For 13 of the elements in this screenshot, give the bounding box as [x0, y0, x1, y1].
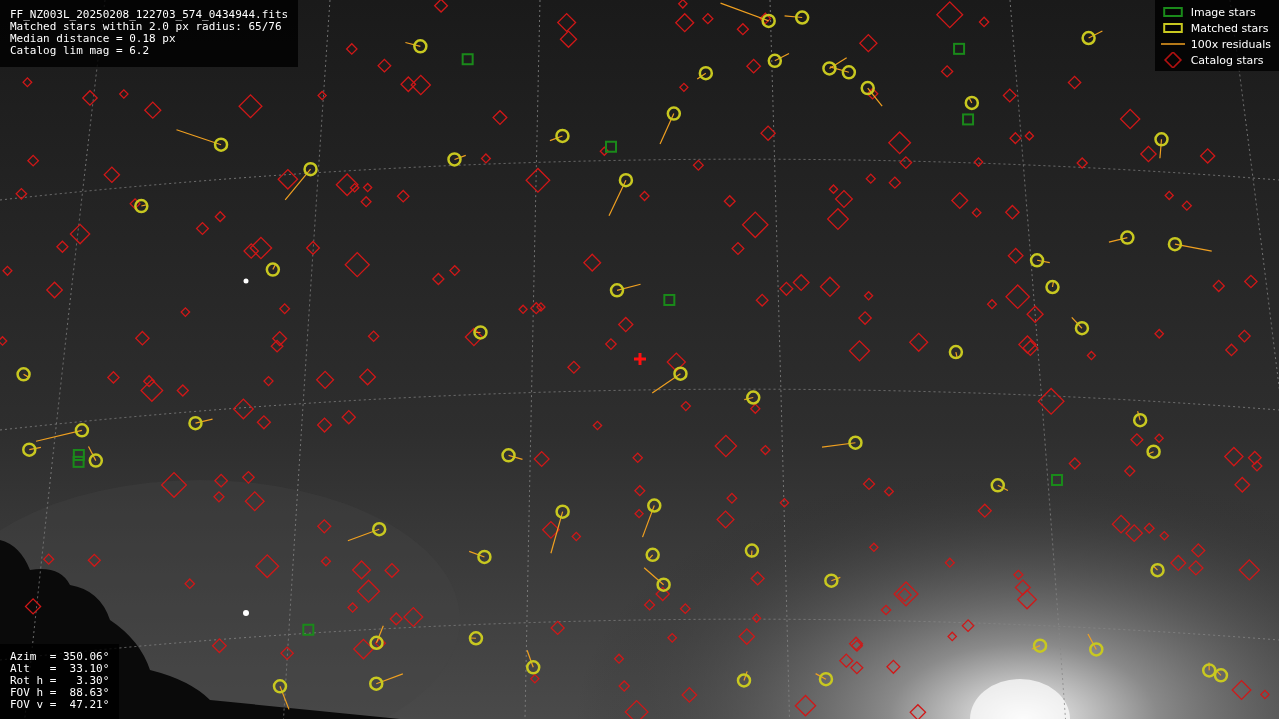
legend-label: Catalog stars	[1190, 53, 1264, 67]
info-text: Median distance = 0.18 px	[10, 33, 177, 45]
pointing-text: Alt = 33.10°	[10, 663, 110, 675]
info-text: Matched stars within 2.0 px radius: 65/76	[10, 21, 282, 33]
legend-label: Matched stars	[1190, 21, 1269, 35]
legend-label: Image stars	[1190, 5, 1256, 19]
pointing-text: Azim = 350.06°	[10, 651, 110, 663]
info-text: FF_NZ003L_20250208_122703_574_0434944.fits	[10, 9, 289, 21]
info-text: Catalog lim mag = 6.2	[10, 45, 151, 57]
pointing-text: Rot h = 3.30°	[10, 675, 110, 687]
legend-label: 100x residuals	[1190, 37, 1271, 51]
pointing-text: FOV h = 88.63°	[10, 687, 110, 699]
pointing-text: FOV v = 47.21°	[10, 699, 110, 711]
